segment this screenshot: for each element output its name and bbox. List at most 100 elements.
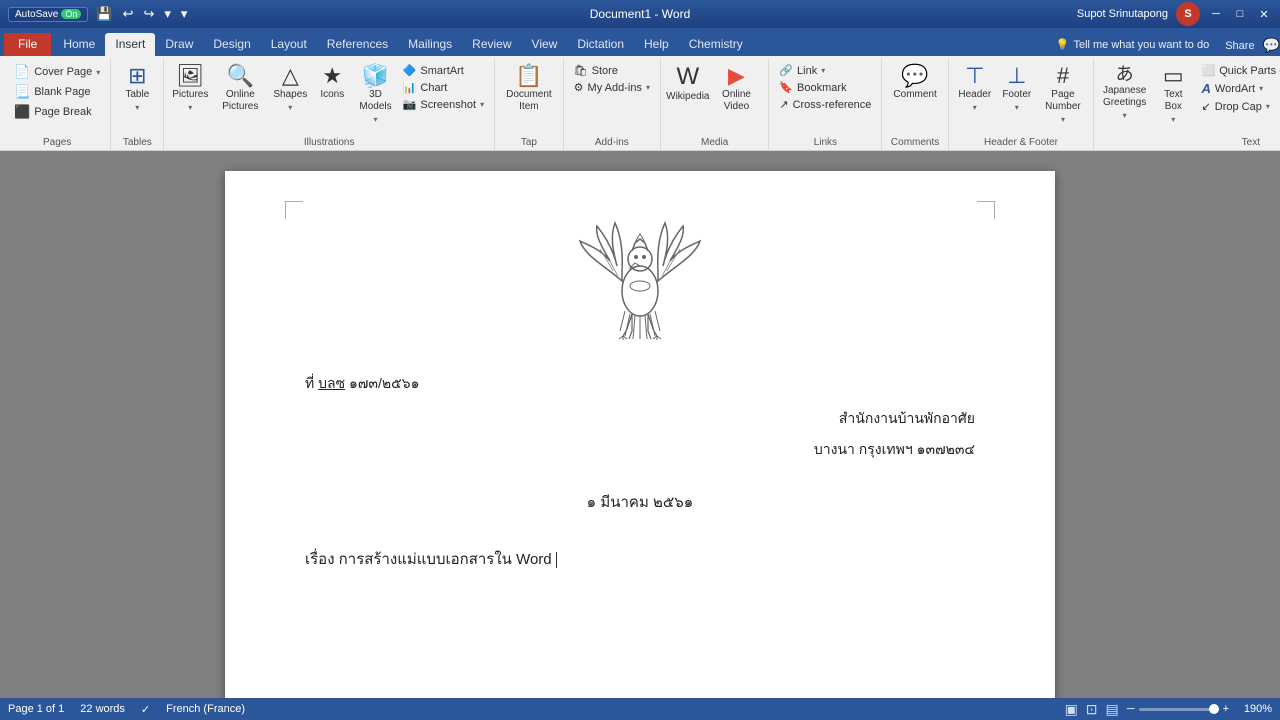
more-qat-button[interactable]: ▾	[179, 6, 190, 22]
document-item-button[interactable]: 📋 Document Item	[501, 62, 557, 116]
zoom-track[interactable]	[1139, 708, 1219, 711]
header-button[interactable]: ⊤ Header ▾	[955, 62, 995, 115]
comments-group-items: 💬 Comment	[888, 62, 941, 135]
autosave-state: On	[61, 9, 81, 19]
garuda-svg	[575, 211, 705, 351]
smartart-button[interactable]: 🔷 SmartArt	[399, 62, 488, 79]
tab-file[interactable]: File	[4, 33, 51, 56]
restore-button[interactable]: □	[1232, 6, 1248, 22]
3d-models-button[interactable]: 🧊 3D Models ▾	[354, 62, 396, 127]
bookmark-button[interactable]: 🔖 Bookmark	[775, 79, 875, 96]
tab-layout[interactable]: Layout	[261, 33, 317, 56]
comment-button[interactable]: 💬 Comment	[888, 62, 941, 104]
lightbulb-icon: 💡	[1056, 38, 1070, 51]
table-button[interactable]: ⊞ Table ▾	[117, 62, 157, 115]
footer-button[interactable]: ⊥ Footer ▾	[997, 62, 1037, 115]
cross-reference-icon: ↗	[779, 98, 788, 111]
proofing-icon[interactable]: ✓	[141, 703, 150, 716]
chart-button[interactable]: 📊 Chart	[399, 79, 488, 96]
document-page[interactable]: ที่ บลซ ๑๗๓/๒๕๖๑ สำนักงานบ้านพักอาศัย บา…	[225, 171, 1055, 698]
store-button[interactable]: 🛍 Store	[570, 62, 654, 79]
tab-mailings[interactable]: Mailings	[398, 33, 462, 56]
tap-group-items: 📋 Document Item	[501, 62, 557, 135]
comments-panel-button[interactable]: 💬	[1263, 37, 1280, 54]
close-button[interactable]: ✕	[1256, 6, 1272, 22]
document-body[interactable]: ที่ บลซ ๑๗๓/๒๕๖๑ สำนักงานบ้านพักอาศัย บา…	[305, 371, 975, 573]
undo-button[interactable]: ↩	[121, 6, 136, 22]
online-pictures-button[interactable]: 🔍 Online Pictures	[212, 62, 268, 116]
ribbon-group-headerfooter: ⊤ Header ▾ ⊥ Footer ▾ # Page Number ▾ He…	[949, 58, 1094, 150]
doc-subject: เรื่อง การสร้างแม่แบบเอกสารใน Word	[305, 546, 975, 573]
ribbon-group-comments: 💬 Comment Comments	[882, 58, 948, 150]
tab-chemistry[interactable]: Chemistry	[679, 33, 753, 56]
table-label: Table	[125, 89, 149, 101]
tab-help[interactable]: Help	[634, 33, 679, 56]
link-button[interactable]: 🔗 Link ▾	[775, 62, 875, 79]
japanese-greetings-button[interactable]: あ JapaneseGreetings ▾	[1100, 62, 1149, 123]
drop-cap-button[interactable]: ↙ Drop Cap ▾	[1198, 98, 1280, 115]
tab-references[interactable]: References	[317, 33, 398, 56]
page-number-button[interactable]: # Page Number ▾	[1039, 62, 1087, 127]
language[interactable]: French (France)	[166, 703, 245, 715]
ribbon-group-media: W Wikipedia ▶ Online Video Media	[661, 58, 769, 150]
print-layout-button[interactable]: ▣	[1065, 701, 1078, 718]
my-addins-icon: ⚙	[574, 81, 584, 94]
page-break-button[interactable]: ⬛ Page Break	[10, 102, 104, 122]
tab-draw[interactable]: Draw	[155, 33, 203, 56]
doc-ref-code: บลซ	[318, 375, 345, 391]
ribbon-group-text: あ JapaneseGreetings ▾ ▭ Text Box ▾ ⬜ Qui…	[1094, 58, 1280, 150]
user-name: Supot Srinutapong	[1077, 8, 1168, 20]
share-button[interactable]: Share	[1217, 38, 1262, 54]
doc-subject-text: เรื่อง การสร้างแม่แบบเอกสารใน Word	[305, 551, 552, 568]
doc-ref-number: ๑๗๓/๒๕๖๑	[345, 375, 419, 391]
header-dropdown: ▾	[973, 103, 977, 112]
zoom-in-button[interactable]: +	[1223, 703, 1229, 715]
web-layout-button[interactable]: ⊡	[1086, 701, 1098, 718]
pictures-label: Pictures	[172, 89, 208, 101]
user-avatar[interactable]: S	[1176, 2, 1200, 26]
zoom-thumb	[1209, 704, 1219, 714]
link-dropdown: ▾	[821, 66, 825, 75]
shapes-button[interactable]: △ Shapes ▾	[270, 62, 310, 115]
tab-review[interactable]: Review	[462, 33, 521, 56]
tab-insert[interactable]: Insert	[105, 33, 155, 56]
quick-parts-button[interactable]: ⬜ Quick Parts - ▾	[1198, 62, 1280, 79]
blank-page-label: Blank Page	[34, 86, 90, 98]
pictures-button[interactable]: 🖼 Pictures ▾	[170, 62, 210, 115]
minimize-button[interactable]: ─	[1208, 6, 1224, 22]
text-box-button[interactable]: ▭ Text Box ▾	[1151, 62, 1195, 127]
autosave-toggle[interactable]: AutoSave On	[8, 7, 88, 22]
customize-qat-button[interactable]: ▾	[162, 6, 173, 22]
zoom-slider[interactable]: ─ +	[1127, 703, 1229, 715]
zoom-out-button[interactable]: ─	[1127, 703, 1135, 715]
tell-me-search[interactable]: 💡 Tell me what you want to do	[1048, 35, 1217, 54]
tab-dictation[interactable]: Dictation	[567, 33, 634, 56]
screenshot-dropdown: ▾	[480, 100, 484, 109]
wordart-button[interactable]: A WordArt ▾	[1198, 79, 1280, 98]
screenshot-button[interactable]: 📷 Screenshot ▾	[399, 96, 488, 113]
zoom-level[interactable]: 190%	[1237, 703, 1272, 715]
blank-page-button[interactable]: 📃 Blank Page	[10, 82, 104, 102]
wikipedia-button[interactable]: W Wikipedia	[667, 62, 709, 106]
tab-design[interactable]: Design	[203, 33, 260, 56]
cover-page-button[interactable]: 📄 Cover Page ▾	[10, 62, 104, 82]
my-addins-button[interactable]: ⚙ My Add-ins ▾	[570, 79, 654, 96]
document-item-label: Document Item	[506, 89, 552, 113]
tab-home[interactable]: Home	[53, 33, 105, 56]
save-button[interactable]: 💾	[94, 6, 114, 22]
icons-icon: ★	[322, 65, 342, 87]
comments-group-label: Comments	[891, 135, 939, 148]
ribbon-group-illustrations: 🖼 Pictures ▾ 🔍 Online Pictures △ Shapes …	[164, 58, 495, 150]
read-mode-button[interactable]: ▤	[1106, 701, 1119, 718]
redo-button[interactable]: ↪	[141, 6, 156, 22]
shapes-dropdown: ▾	[288, 103, 292, 112]
drop-cap-dropdown: ▾	[1266, 102, 1270, 111]
bookmark-icon: 🔖	[779, 81, 793, 94]
addins-group-items: 🛍 Store ⚙ My Add-ins ▾	[570, 62, 654, 135]
tab-view[interactable]: View	[522, 33, 568, 56]
shapes-icon: △	[282, 65, 299, 87]
chart-icon: 📊	[403, 81, 417, 94]
icons-button[interactable]: ★ Icons	[312, 62, 352, 104]
online-video-button[interactable]: ▶ Online Video	[711, 62, 763, 116]
cross-reference-button[interactable]: ↗ Cross-reference	[775, 96, 875, 113]
